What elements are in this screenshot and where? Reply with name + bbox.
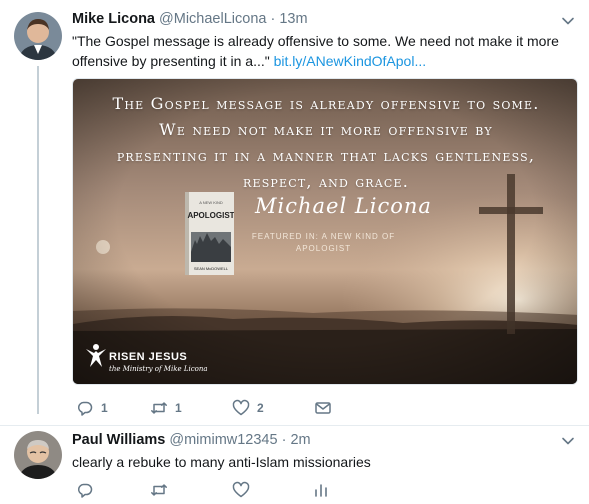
brand-tagline: the Ministry of Mike Licona — [109, 365, 208, 373]
like-count: 2 — [257, 401, 264, 415]
tweet-header: Mike Licona @MichaelLicona · 13m — [72, 11, 308, 27]
timestamp[interactable]: 2m — [290, 432, 310, 448]
heart-icon — [232, 399, 250, 416]
display-name[interactable]: Mike Licona — [72, 11, 155, 27]
reply-button[interactable]: 1 — [76, 398, 108, 418]
tweet-link[interactable]: bit.ly/ANewKindOfApol... — [274, 53, 427, 69]
chevron-down-icon[interactable] — [561, 14, 575, 28]
quote-line: respect, and grace. — [242, 172, 410, 191]
quote-line: presenting it in a manner that lacks gen… — [116, 146, 536, 165]
tweet[interactable]: Mike Licona @MichaelLicona · 13m "The Go… — [0, 0, 589, 425]
retweet-icon — [151, 484, 167, 496]
signature-text: Michael Licona — [255, 194, 432, 218]
book-cover: A NEW KIND APOLOGIST SEAN McDOWELL — [185, 192, 235, 275]
quote-text: The Gospel message is already offensive … — [73, 91, 577, 195]
reply-count: 1 — [101, 401, 108, 415]
like-button[interactable]: 2 — [232, 398, 264, 418]
separator-dot: · — [281, 432, 287, 448]
like-button[interactable] — [232, 480, 257, 500]
retweet-button[interactable]: 1 — [150, 398, 182, 418]
envelope-icon — [315, 402, 331, 414]
brand-name: RISEN JESUS — [109, 351, 188, 363]
dm-button[interactable] — [314, 398, 332, 418]
separator-dot: · — [270, 11, 276, 27]
display-name[interactable]: Paul Williams — [72, 432, 165, 448]
featured-caption: FEATURED IN: A NEW KIND OF APOLOGIST — [251, 232, 396, 253]
retweet-icon — [151, 402, 167, 414]
timestamp[interactable]: 13m — [279, 11, 307, 27]
media-image[interactable]: The Gospel message is already offensive … — [72, 78, 578, 385]
heart-icon — [232, 481, 250, 498]
book-title: APOLOGIST — [187, 211, 234, 220]
book-author: SEAN McDOWELL — [194, 266, 229, 271]
quote-line: We need not make it more offensive by — [159, 120, 493, 139]
reply-button[interactable] — [76, 480, 101, 500]
chevron-down-icon[interactable] — [561, 434, 575, 448]
retweet-count: 1 — [175, 401, 182, 415]
avatar[interactable] — [14, 12, 62, 60]
quote-line: The Gospel message is already offensive … — [112, 94, 540, 113]
avatar[interactable] — [14, 431, 62, 479]
book-kicker: A NEW KIND — [199, 200, 223, 205]
user-handle[interactable]: @MichaelLicona — [159, 11, 266, 27]
reply-icon — [78, 401, 93, 416]
user-handle[interactable]: @mimimw12345 — [169, 432, 277, 448]
bar-chart-icon — [315, 484, 327, 497]
reply-icon — [78, 483, 93, 498]
analytics-button[interactable] — [312, 480, 330, 500]
tweet-text: clearly a rebuke to many anti-Islam miss… — [72, 454, 371, 470]
tweet-header: Paul Williams @mimimw12345 · 2m — [72, 432, 311, 448]
retweet-button[interactable] — [150, 480, 175, 500]
tweet-text: "The Gospel message is already offensive… — [72, 31, 572, 71]
risen-jesus-logo-icon — [85, 342, 107, 373]
tweet[interactable]: Paul Williams @mimimw12345 · 2m clearly … — [0, 425, 589, 504]
